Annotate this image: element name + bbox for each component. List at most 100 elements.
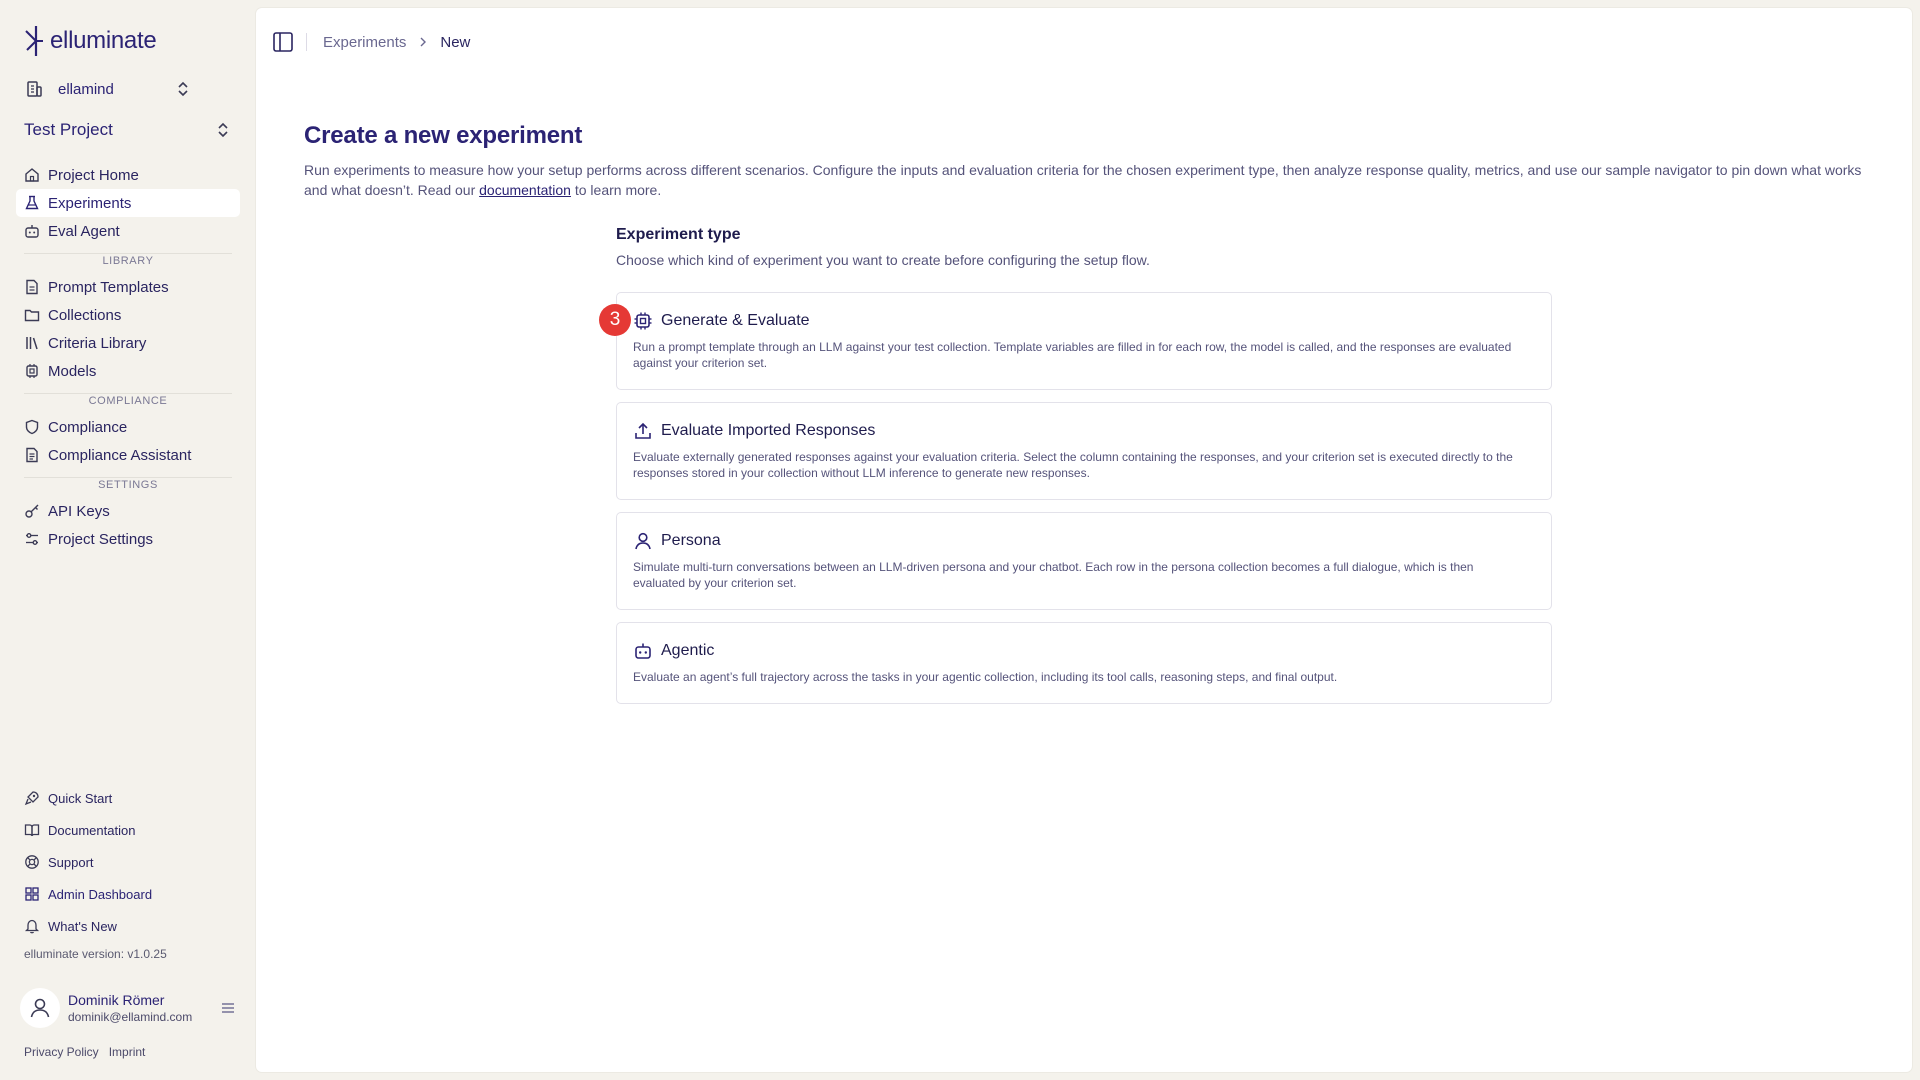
sidebar-item-collections[interactable]: Collections [16, 301, 240, 329]
chevrons-up-down-icon [178, 81, 188, 97]
dashboard-icon [24, 886, 40, 902]
user-email: dominik@ellamind.com [68, 1010, 193, 1024]
sidebar-item-eval-agent[interactable]: Eval Agent [16, 217, 240, 245]
option-title-text: Generate & Evaluate [661, 312, 810, 329]
file-check-icon [24, 447, 40, 463]
sidebar-item-documentation[interactable]: Documentation [16, 814, 240, 846]
library-icon [24, 335, 40, 351]
sidebar-item-label: Project Home [48, 166, 139, 184]
project-switcher[interactable]: Test Project [24, 118, 230, 142]
sidebar-item-experiments[interactable]: Experiments [16, 189, 240, 217]
building-icon [27, 81, 42, 97]
lifebuoy-icon [24, 854, 40, 870]
option-description: Run a prompt template through an LLM aga… [633, 340, 1512, 370]
sidebar-item-prompt-templates[interactable]: Prompt Templates [16, 273, 240, 301]
sidebar-item-criteria-library[interactable]: Criteria Library [16, 329, 240, 357]
elluminate-logo-icon [25, 26, 43, 56]
sidebar-item-label: Project Settings [48, 530, 154, 548]
option-title: Generate & Evaluate [633, 311, 1535, 331]
sidebar-item-label: Criteria Library [48, 334, 147, 352]
org-switcher[interactable]: ellamind [24, 78, 190, 100]
privacy-policy-link[interactable]: Privacy Policy [24, 1045, 99, 1059]
sidebar-item-api-keys[interactable]: API Keys [16, 497, 240, 525]
flask-icon [24, 195, 40, 211]
breadcrumb-experiments[interactable]: Experiments [323, 34, 406, 51]
sidebar-item-admin-dashboard[interactable]: Admin Dashboard [16, 878, 240, 910]
option-evaluate-imported-responses[interactable]: Evaluate Imported Responses Evaluate ext… [616, 402, 1552, 500]
sidebar-item-label: What's New [48, 918, 117, 934]
sidebar-item-support[interactable]: Support [16, 846, 240, 878]
home-icon [24, 167, 40, 183]
chevrons-up-down-icon [218, 122, 228, 138]
option-title: Agentic [633, 641, 1535, 661]
sidebar-item-label: Prompt Templates [48, 278, 169, 296]
sidebar-item-compliance[interactable]: Compliance [16, 413, 240, 441]
experiment-type-subheading: Choose which kind of experiment you want… [616, 252, 1150, 268]
org-name: ellamind [58, 80, 114, 98]
option-description: Simulate multi-turn conversations betwee… [633, 560, 1474, 590]
chevron-right-icon [420, 37, 427, 47]
brand-logo[interactable]: elluminate [24, 24, 157, 58]
topbar: Experiments New [272, 30, 470, 54]
sidebar-item-models[interactable]: Models [16, 357, 240, 385]
version-label: elluminate version: v1.0.25 [24, 947, 167, 961]
option-title: Evaluate Imported Responses [633, 421, 1535, 441]
sidebar-item-label: Support [48, 854, 94, 870]
option-description: Evaluate externally generated responses … [633, 450, 1513, 480]
sidebar-item-label: Eval Agent [48, 222, 120, 240]
sidebar-item-project-settings[interactable]: Project Settings [16, 525, 240, 553]
option-description: Evaluate an agent’s full trajectory acro… [633, 670, 1338, 684]
sidebar-item-label: Quick Start [48, 790, 113, 806]
main-panel: Experiments New Create a new experiment … [256, 8, 1912, 1072]
sliders-icon [24, 531, 40, 547]
rocket-icon [24, 790, 40, 806]
sidebar-item-label: Admin Dashboard [48, 886, 153, 902]
sidebar-item-label: API Keys [48, 502, 110, 520]
option-title-text: Evaluate Imported Responses [661, 422, 876, 439]
sidebar-item-label: Experiments [48, 194, 132, 212]
upload-icon [633, 421, 653, 441]
step-badge: 3 [599, 304, 631, 336]
sidebar-item-label: Documentation [48, 822, 136, 838]
documentation-link[interactable]: documentation [479, 182, 571, 198]
cpu-icon [24, 363, 40, 379]
option-generate-evaluate[interactable]: 3 Generate & Evaluate Run a prompt templ… [599, 292, 1552, 390]
sidebar-item-label: Models [48, 362, 97, 380]
shield-icon [24, 419, 40, 435]
user-icon [633, 531, 653, 551]
sidebar-bottom-nav: Quick Start Documentation Support Admin … [16, 782, 240, 942]
option-title: Persona [633, 531, 1535, 551]
sidebar-item-project-home[interactable]: Project Home [16, 161, 240, 189]
section-label-compliance: COMPLIANCE [16, 385, 240, 413]
sidebar-item-compliance-assistant[interactable]: Compliance Assistant [16, 441, 240, 469]
sidebar-toggle-icon[interactable] [272, 31, 294, 53]
key-icon [24, 503, 40, 519]
user-name: Dominik Römer [68, 992, 165, 1008]
menu-icon[interactable] [220, 1001, 236, 1015]
option-persona[interactable]: Persona Simulate multi-turn conversation… [616, 512, 1552, 610]
experiment-type-heading: Experiment type [616, 226, 741, 243]
breadcrumb-current: New [440, 33, 471, 51]
sidebar-nav: Project Home Experiments Eval Agent LIBR… [16, 161, 240, 553]
sidebar-item-label: Compliance [48, 418, 128, 436]
brand-name: elluminate [50, 27, 157, 54]
sidebar: elluminate ellamind Test Project Project… [0, 0, 256, 1080]
cpu-icon [633, 311, 653, 331]
file-text-icon [24, 279, 40, 295]
section-label-library: LIBRARY [16, 245, 240, 273]
user-card[interactable]: Dominik Römer dominik@ellamind.com [20, 986, 236, 1030]
page-description: Run experiments to measure how your setu… [304, 160, 1874, 200]
sidebar-item-label: Compliance Assistant [48, 446, 192, 464]
imprint-link[interactable]: Imprint [109, 1045, 146, 1059]
section-label-settings: SETTINGS [16, 469, 240, 497]
sidebar-item-quick-start[interactable]: Quick Start [16, 782, 240, 814]
page-title: Create a new experiment [304, 122, 583, 149]
user-meta: Dominik Römer dominik@ellamind.com [68, 992, 192, 1024]
option-agentic[interactable]: Agentic Evaluate an agent’s full traject… [616, 622, 1552, 704]
bot-icon [24, 223, 40, 239]
topbar-divider [306, 33, 307, 51]
sidebar-item-whats-new[interactable]: What's New [16, 910, 240, 942]
bell-icon [24, 918, 40, 934]
bot-icon [633, 641, 653, 661]
option-title-text: Agentic [661, 642, 715, 659]
